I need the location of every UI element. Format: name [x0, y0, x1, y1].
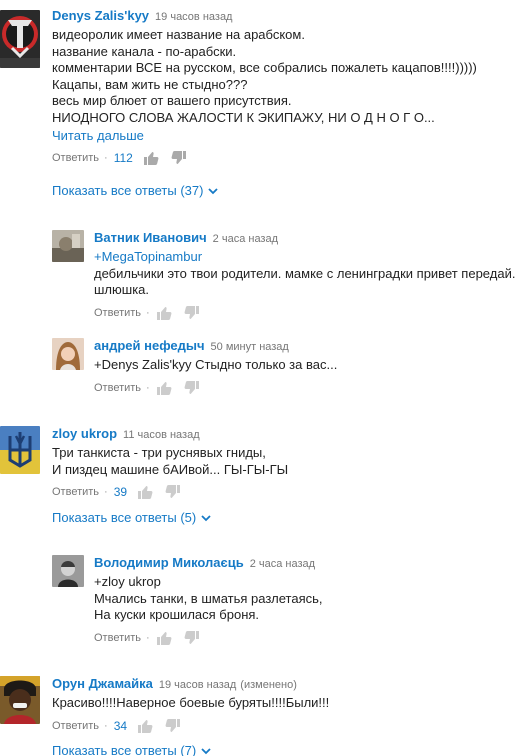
separator-dot: · [104, 486, 108, 498]
comment-author[interactable]: Володимир Миколаєць [94, 555, 244, 570]
comment-line: название канала - по-арабски. [52, 43, 237, 59]
comment-content: Орун Джамайка 19 часов назад (изменено) Кр… [52, 676, 329, 736]
reply-button[interactable]: Ответить [94, 382, 141, 394]
comment-line: комментарии ВСЕ на русском, все собралис… [52, 60, 477, 75]
avatar[interactable] [0, 676, 40, 724]
comment-line: весь мир блюет от вашего присутствия. [52, 93, 292, 108]
comment-time[interactable]: 11 часов назад [123, 429, 200, 441]
comment-actions: Ответить · [94, 378, 337, 398]
avatar[interactable] [52, 555, 84, 587]
comment-time[interactable]: 50 минут назад [211, 341, 289, 353]
comment-line: Мчались танки, в шматья разлетаясь, [94, 590, 323, 606]
comment-actions: Ответить · 39 [52, 482, 288, 502]
comment-text: Красиво!!!!Наверное боевые буряты!!!!Был… [52, 695, 329, 712]
comment-author[interactable]: Орун Джамайка [52, 676, 153, 691]
thumbs-up-icon[interactable] [156, 380, 172, 396]
comment-author[interactable]: андрей нефедыч [94, 338, 205, 353]
comment-line: +zloy ukrop [94, 574, 161, 589]
comment-actions: Ответить · [94, 628, 323, 648]
chevron-down-icon [200, 745, 212, 756]
thumbs-down-icon[interactable] [184, 630, 200, 646]
comment-line: шлюшка. [94, 282, 150, 297]
read-more-link[interactable]: Читать дальше [52, 128, 477, 144]
chevron-down-icon [207, 185, 219, 200]
thumbs-down-icon[interactable] [165, 718, 181, 734]
comment-text: +Denys Zalis'kyy Стыдно только за вас... [94, 357, 337, 374]
avatar[interactable] [0, 10, 40, 68]
separator-dot: · [104, 152, 108, 164]
avatar[interactable] [0, 426, 40, 474]
comment-line: На куски крошилася броня. [94, 607, 260, 622]
thumbs-up-icon[interactable] [156, 630, 172, 646]
comment-text: Три танкиста - три руснявых гниды, И пиз… [52, 445, 288, 478]
comment-content: андрей нефедыч 50 минут назад +Denys Zali… [94, 338, 337, 398]
avatar[interactable] [52, 338, 84, 370]
thumbs-up-icon[interactable] [137, 484, 153, 500]
avatar[interactable] [52, 230, 84, 262]
thumbs-down-icon[interactable] [165, 484, 181, 500]
mention-link[interactable]: +MegaTopinambur [94, 249, 515, 266]
comment-content: zloy ukrop 11 часов назад Три танкиста - … [52, 426, 288, 502]
thumbs-down-icon[interactable] [184, 380, 200, 396]
show-all-replies-button[interactable]: Показать все ответы (37) [52, 183, 219, 200]
reply-button[interactable]: Ответить [52, 486, 99, 498]
show-all-replies-button[interactable]: Показать все ответы (5) [52, 510, 212, 527]
comment-time[interactable]: 19 часов назад [155, 11, 232, 23]
reply-button[interactable]: Ответить [94, 307, 141, 319]
comment-time[interactable]: 2 часа назад [250, 558, 315, 570]
chevron-down-icon [200, 512, 212, 527]
comment-line: Три танкиста - три руснявых гниды, [52, 445, 266, 460]
comment-actions: Ответить · 112 [52, 148, 477, 168]
comment-time[interactable]: 19 часов назад [159, 679, 236, 691]
comment-line: И пиздец машине бАИвой... ГЫ-ГЫ-ГЫ [52, 461, 289, 477]
show-all-replies-label: Показать все ответы (37) [52, 183, 204, 198]
comment-actions: Ответить · [94, 303, 515, 323]
comment-line: дебильчики это твои родители. мамке с ле… [94, 265, 516, 281]
separator-dot: · [104, 719, 108, 732]
comment-time[interactable]: 2 часа назад [213, 233, 278, 245]
show-all-replies-button[interactable]: Показать все ответы (7) [52, 743, 212, 756]
comment-content: Denys Zalis'kyy 19 часов назад видеоролик… [52, 8, 477, 168]
comment-author[interactable]: zloy ukrop [52, 426, 117, 441]
reply-button[interactable]: Ответить [52, 152, 99, 164]
thumbs-up-icon[interactable] [143, 150, 159, 166]
comment-line: видеоролик имеет название на арабском. [52, 27, 305, 42]
comment-actions: Ответить · 34 [52, 716, 329, 736]
comment-line: Кацапы, вам жить не стыдно??? [52, 76, 248, 92]
show-all-replies-label: Показать все ответы (7) [52, 743, 197, 756]
comment-line: +Denys Zalis'kyy Стыдно только за вас... [94, 357, 338, 372]
comment-text: +zloy ukrop Мчались танки, в шматья разл… [94, 574, 323, 624]
thumbs-down-icon[interactable] [171, 150, 187, 166]
like-count: 112 [113, 151, 133, 165]
thumbs-up-icon[interactable] [156, 305, 172, 321]
thumbs-up-icon[interactable] [137, 718, 153, 734]
comment-line: Красиво!!!!Наверное боевые буряты!!!!Был… [52, 695, 330, 710]
separator-dot: · [146, 631, 150, 644]
reply-button[interactable]: Ответить [52, 720, 99, 732]
show-all-replies-label: Показать все ответы (5) [52, 510, 197, 525]
comment-content: Володимир Миколаєць 2 часа назад +zloy uk… [94, 555, 323, 648]
comment-text: видеоролик имеет название на арабском. н… [52, 27, 477, 126]
reply-button[interactable]: Ответить [94, 632, 141, 644]
thumbs-down-icon[interactable] [184, 305, 200, 321]
comment-author[interactable]: Denys Zalis'kyy [52, 8, 149, 23]
separator-dot: · [146, 381, 150, 394]
comments-section: Denys Zalis'kyy 19 часов назад видеоролик… [0, 0, 527, 756]
like-count: 39 [113, 485, 128, 499]
comment-author[interactable]: Ватник Иванович [94, 230, 207, 245]
comment-text: +MegaTopinambur дебильчики это твои роди… [94, 249, 515, 299]
comment-line: НИОДНОГО СЛОВА ЖАЛОСТИ К ЭКИПАЖУ, НИ О Д… [52, 109, 435, 125]
like-count: 34 [113, 718, 128, 733]
comment-content: Ватник Иванович 2 часа назад +MegaTopinam… [94, 230, 515, 323]
edited-label: (изменено) [240, 679, 297, 691]
separator-dot: · [146, 306, 150, 319]
